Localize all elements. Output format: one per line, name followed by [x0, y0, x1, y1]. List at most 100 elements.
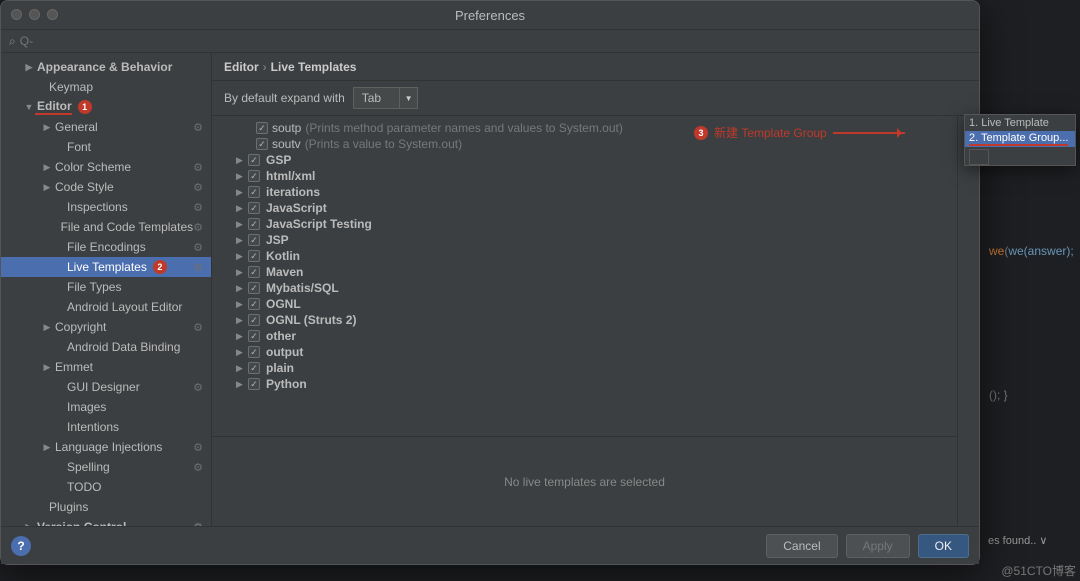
sidebar-item[interactable]: Android Layout Editor — [1, 297, 211, 317]
window-controls[interactable] — [11, 9, 58, 20]
checkbox-icon[interactable]: ✓ — [248, 186, 260, 198]
sidebar-item[interactable]: TODO — [1, 477, 211, 497]
checkbox-icon[interactable]: ✓ — [248, 362, 260, 374]
sidebar-item[interactable]: ▶Code Style⚙ — [1, 177, 211, 197]
sidebar-item[interactable]: File Types — [1, 277, 211, 297]
template-group[interactable]: ▶✓OGNL — [212, 296, 957, 312]
group-name: JavaScript — [266, 201, 327, 215]
checkbox-icon[interactable]: ✓ — [248, 314, 260, 326]
checkbox-icon[interactable]: ✓ — [248, 170, 260, 182]
gear-icon: ⚙ — [193, 201, 203, 214]
template-group[interactable]: ▶✓Python — [212, 376, 957, 392]
template-group[interactable]: ▶✓iterations — [212, 184, 957, 200]
sidebar-item-label: Editor — [35, 99, 72, 115]
template-group[interactable]: ▶✓output — [212, 344, 957, 360]
ok-button[interactable]: OK — [918, 534, 969, 558]
search-icon: ⌕ — [9, 34, 16, 49]
sidebar-item[interactable]: ▼Editor1 — [1, 97, 211, 117]
sidebar-item[interactable]: ▶Language Injections⚙ — [1, 437, 211, 457]
gear-icon: ⚙ — [193, 181, 203, 194]
template-group[interactable]: ▶✓plain — [212, 360, 957, 376]
sidebar-item[interactable]: ▶Version Control⚙ — [1, 517, 211, 526]
checkbox-icon[interactable]: ✓ — [248, 218, 260, 230]
sidebar-item[interactable]: ▶Emmet — [1, 357, 211, 377]
help-button[interactable]: ? — [11, 536, 31, 556]
checkbox-icon[interactable]: ✓ — [248, 298, 260, 310]
min-dot[interactable] — [29, 9, 40, 20]
popup-template-group[interactable]: 2. Template Group... — [965, 131, 1075, 147]
template-group[interactable]: ▶✓OGNL (Struts 2) — [212, 312, 957, 328]
sidebar-item-label: General — [53, 120, 98, 134]
checkbox-icon[interactable]: ✓ — [256, 138, 268, 150]
gear-icon: ⚙ — [193, 381, 203, 394]
sidebar-item[interactable]: ▶Color Scheme⚙ — [1, 157, 211, 177]
checkbox-icon[interactable]: ✓ — [248, 202, 260, 214]
sidebar[interactable]: ▶Appearance & BehaviorKeymap▼Editor1 ▶ Gen… — [1, 53, 211, 526]
sidebar-item[interactable]: GUI Designer⚙ — [1, 377, 211, 397]
cancel-button[interactable]: Cancel — [766, 534, 837, 558]
expand-arrow-icon: ▼ — [23, 102, 35, 112]
expand-arrow-icon: ▶ — [23, 62, 35, 73]
group-name: plain — [266, 361, 294, 375]
sidebar-item[interactable]: Inspections⚙ — [1, 197, 211, 217]
breadcrumb-root[interactable]: Editor — [224, 60, 259, 74]
expand-arrow-icon: ▶ — [41, 362, 53, 373]
template-group[interactable]: ▶✓JSP — [212, 232, 957, 248]
group-name: JSP — [266, 233, 289, 247]
template-group[interactable]: ▶✓html/xml — [212, 168, 957, 184]
template-group[interactable]: ▶✓JavaScript — [212, 200, 957, 216]
template-group[interactable]: ▶✓Mybatis/SQL — [212, 280, 957, 296]
sidebar-item[interactable]: ▶General⚙ — [1, 117, 211, 137]
sidebar-item-label: Code Style — [53, 180, 114, 194]
sidebar-item[interactable]: Images — [1, 397, 211, 417]
gear-icon: ⚙ — [193, 461, 203, 474]
sidebar-item[interactable]: ▶Copyright⚙ — [1, 317, 211, 337]
sidebar-item[interactable]: Live Templates2⚙ — [1, 257, 211, 277]
checkbox-icon[interactable]: ✓ — [248, 250, 260, 262]
sidebar-item[interactable]: Android Data Binding — [1, 337, 211, 357]
checkbox-icon[interactable]: ✓ — [248, 154, 260, 166]
checkbox-icon[interactable]: ✓ — [248, 266, 260, 278]
template-list[interactable]: ✓soutp(Prints method parameter names and… — [212, 116, 957, 436]
gear-icon: ⚙ — [193, 121, 203, 134]
checkbox-icon[interactable]: ✓ — [248, 282, 260, 294]
expand-arrow-icon: ▶ — [41, 442, 53, 453]
group-name: other — [266, 329, 296, 343]
apply-button[interactable]: Apply — [846, 534, 910, 558]
checkbox-icon[interactable]: ✓ — [256, 122, 268, 134]
detail-panel: No live templates are selected — [212, 436, 957, 526]
chevron-down-icon[interactable]: ▼ — [399, 88, 417, 108]
sidebar-item[interactable]: ▶Appearance & Behavior — [1, 57, 211, 77]
template-group[interactable]: ▶✓JavaScript Testing — [212, 216, 957, 232]
group-name: Python — [266, 377, 307, 391]
sidebar-item[interactable]: Spelling⚙ — [1, 457, 211, 477]
annotation-arrow-icon — [833, 132, 905, 134]
sidebar-item[interactable]: File Encodings⚙ — [1, 237, 211, 257]
template-group[interactable]: ▶✓other — [212, 328, 957, 344]
expand-select[interactable]: Tab ▼ — [353, 87, 418, 109]
sidebar-item[interactable]: Keymap — [1, 77, 211, 97]
sidebar-item-label: File Encodings — [65, 240, 146, 254]
popup-live-template[interactable]: 1. Live Template — [965, 115, 1075, 131]
max-dot[interactable] — [47, 9, 58, 20]
expand-arrow-icon: ▶ — [236, 187, 246, 198]
list-toolbar: + − ⧉ — [957, 116, 979, 526]
template-group[interactable]: ▶✓GSP — [212, 152, 957, 168]
close-dot[interactable] — [11, 9, 22, 20]
sidebar-item[interactable]: Font — [1, 137, 211, 157]
footer: ? Cancel Apply OK — [1, 526, 979, 564]
template-group[interactable]: ▶✓Maven — [212, 264, 957, 280]
checkbox-icon[interactable]: ✓ — [248, 330, 260, 342]
sidebar-item[interactable]: File and Code Templates⚙ — [1, 217, 211, 237]
checkbox-icon[interactable]: ✓ — [248, 378, 260, 390]
sidebar-item[interactable]: Intentions — [1, 417, 211, 437]
checkbox-icon[interactable]: ✓ — [248, 346, 260, 358]
sidebar-item-label: Android Data Binding — [65, 340, 180, 354]
add-popup[interactable]: 1. Live Template 2. Template Group... — [964, 114, 1076, 166]
sidebar-item[interactable]: Plugins — [1, 497, 211, 517]
search-input[interactable] — [20, 34, 200, 48]
template-group[interactable]: ▶✓Kotlin — [212, 248, 957, 264]
expand-arrow-icon: ▶ — [236, 267, 246, 278]
checkbox-icon[interactable]: ✓ — [248, 234, 260, 246]
annotation-text: 新建 Template Group — [714, 124, 827, 141]
